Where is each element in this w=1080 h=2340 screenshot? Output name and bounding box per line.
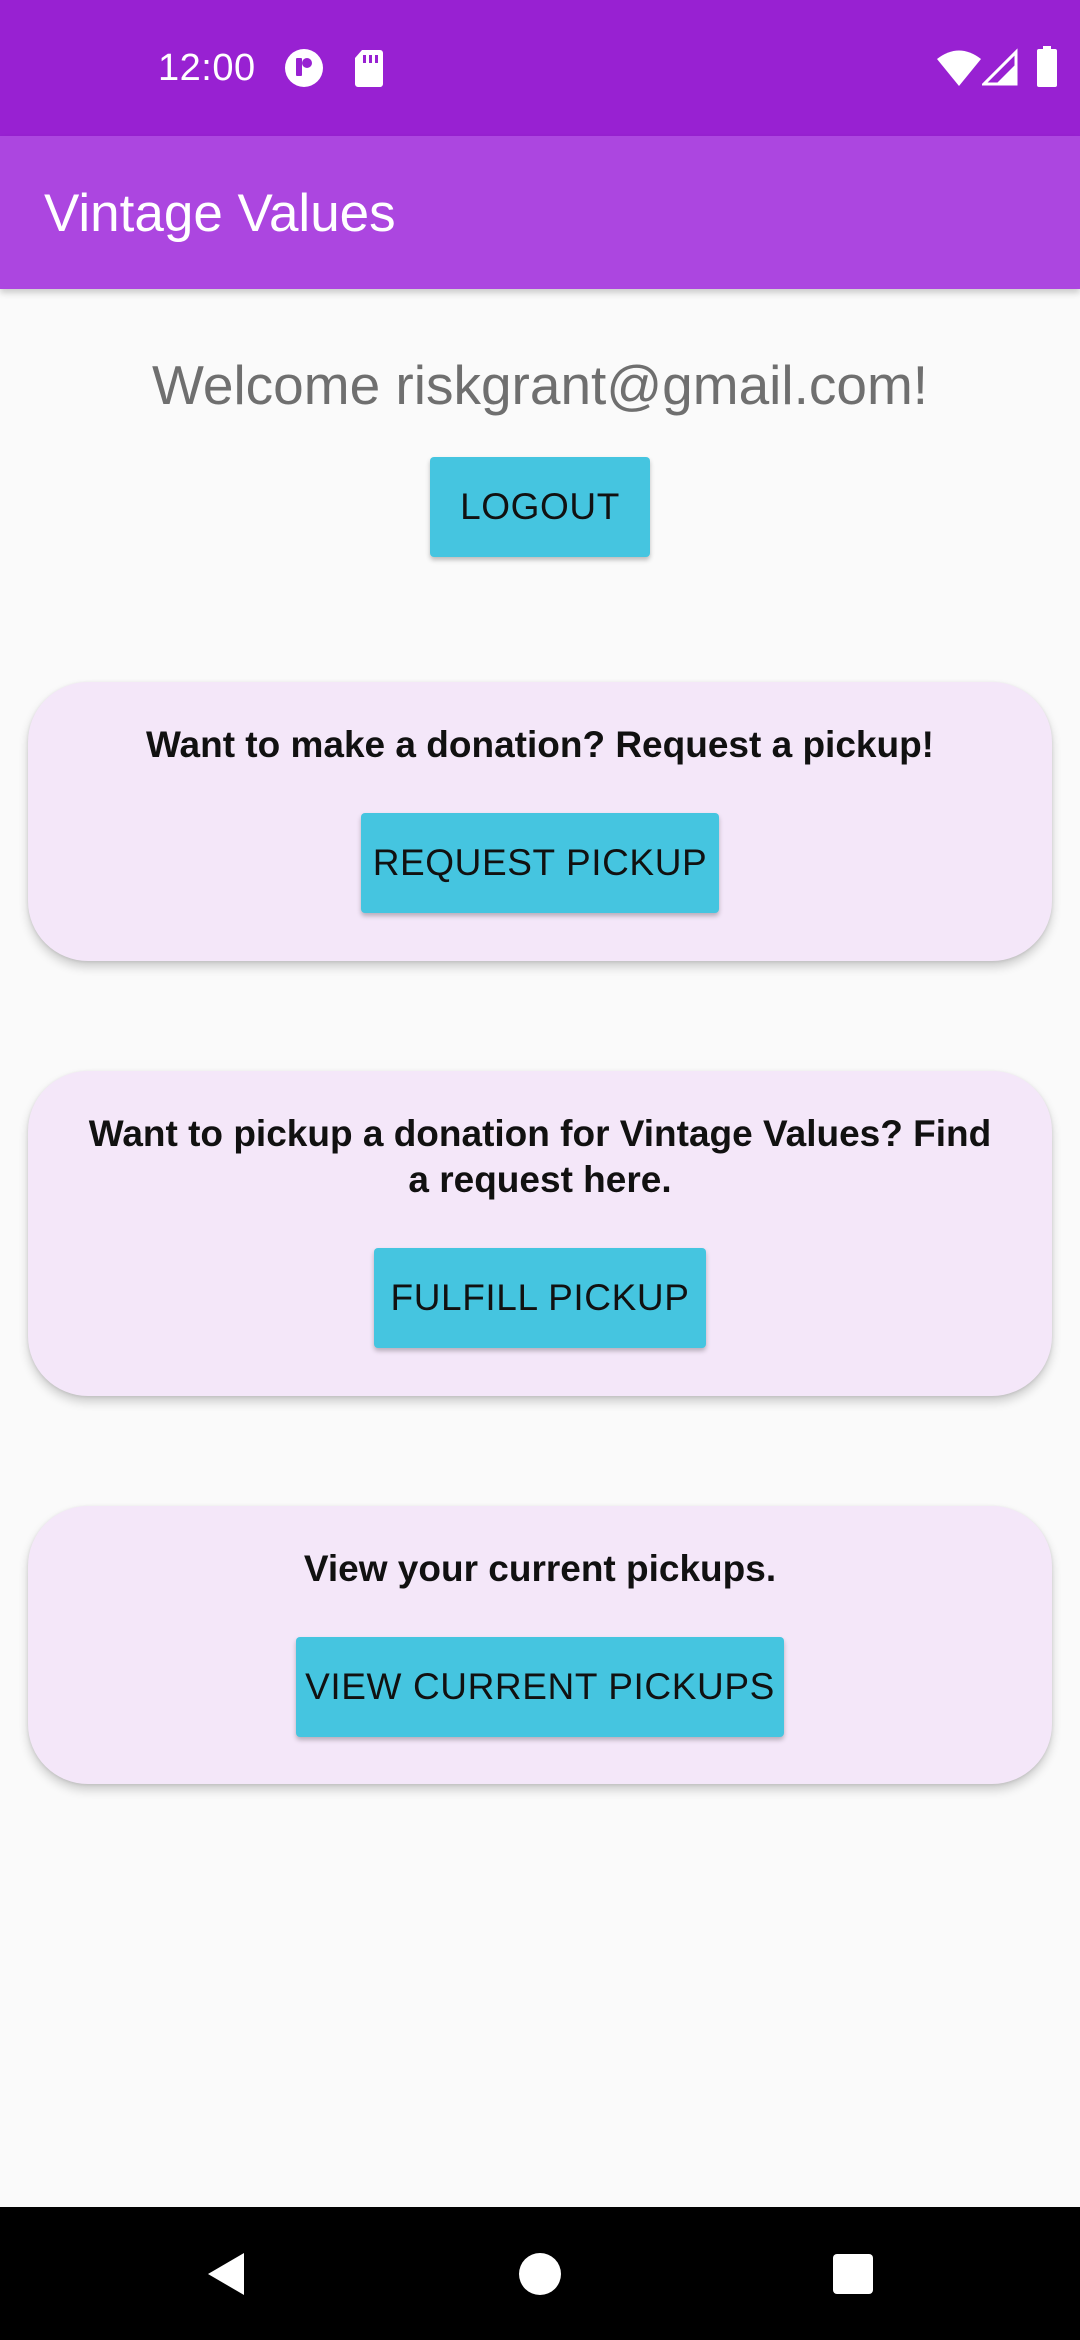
- back-icon[interactable]: [202, 2249, 252, 2299]
- request-pickup-button[interactable]: REQUEST PICKUP: [361, 813, 719, 913]
- status-bar: 12:00: [0, 0, 1080, 136]
- sd-card-icon: [352, 48, 392, 88]
- view-current-pickups-button[interactable]: VIEW CURRENT PICKUPS: [296, 1637, 784, 1737]
- logout-button[interactable]: LOGOUT: [430, 457, 650, 557]
- recents-icon[interactable]: [828, 2249, 878, 2299]
- app-title: Vintage Values: [44, 184, 396, 243]
- notification-icon: [284, 48, 324, 88]
- request-pickup-card: Want to make a donation? Request a picku…: [28, 682, 1052, 961]
- view-pickups-card: View your current pickups. VIEW CURRENT …: [28, 1506, 1052, 1784]
- welcome-text: Welcome riskgrant@gmail.com!: [151, 354, 929, 416]
- wifi-icon: [936, 48, 982, 88]
- home-icon[interactable]: [515, 2249, 565, 2299]
- status-time: 12:00: [158, 47, 256, 89]
- screen: 12:00 Vintage Values Welcome riskgrant@g…: [0, 0, 1080, 2340]
- app-bar: Vintage Values: [0, 136, 1080, 289]
- view-pickups-text: View your current pickups.: [303, 1548, 777, 1589]
- navigation-bar: [0, 2207, 1080, 2340]
- fulfill-pickup-card: Want to pickup a donation for Vintage Va…: [28, 1071, 1052, 1396]
- fulfill-pickup-button[interactable]: FULFILL PICKUP: [374, 1248, 706, 1348]
- fulfill-pickup-text: Want to pickup a donation for Vintage Va…: [88, 1113, 992, 1200]
- signal-icon: [980, 48, 1018, 88]
- battery-icon: [1036, 46, 1058, 87]
- request-pickup-text: Want to make a donation? Request a picku…: [145, 724, 935, 765]
